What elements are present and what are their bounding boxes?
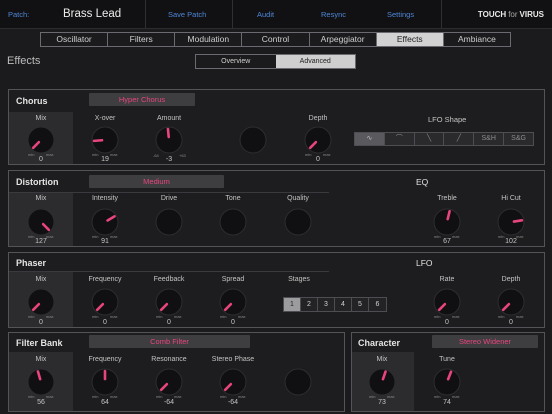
lfo-title: LFO (416, 258, 433, 268)
tab-filters[interactable]: Filters (108, 33, 176, 46)
divider (441, 0, 442, 29)
brand-virus: VIRUS (519, 10, 544, 19)
eq-title: EQ (416, 177, 429, 187)
chorus-depth-value: 0 (316, 156, 320, 163)
brand-touch: TOUCH (477, 10, 507, 19)
eq-hicut-value: 102 (505, 238, 517, 245)
chorus-mix-label: Mix (35, 115, 47, 122)
tab-arpeggiator[interactable]: Arpeggiator (310, 33, 377, 46)
filterbank-resonance-value: -64 (163, 399, 175, 406)
phaser-title: Phaser (16, 258, 47, 268)
phaser-stages-selector: 1 2 3 4 5 6 (283, 297, 387, 312)
chorus-amount-label: Amount (156, 115, 182, 122)
audit-button[interactable]: Audit (257, 0, 274, 29)
filterbank-frequency-label: Frequency (88, 356, 122, 363)
character-mix-value: 73 (378, 399, 386, 406)
section-tabs: Oscillator Filters Modulation Control Ar… (40, 32, 511, 47)
lfo-shape-sine[interactable]: ∿ (355, 133, 385, 145)
lfo-shape-saw-down[interactable]: ╲ (414, 133, 445, 145)
lfo-rate-label: Rate (439, 276, 455, 283)
filterbank-stereophase-label: Stereo Phase (211, 356, 255, 363)
eq-hicut-label: Hi Cut (501, 195, 521, 202)
save-patch-button[interactable]: Save Patch (168, 0, 206, 29)
stage-3-button[interactable]: 3 (318, 298, 335, 311)
phaser-spread-value: 0 (231, 319, 235, 326)
distortion-type-dropdown[interactable]: Medium (89, 175, 224, 188)
chorus-type-dropdown[interactable]: Hyper Chorus (89, 93, 195, 106)
lfo-shape-sample-glide[interactable]: S&G (504, 133, 533, 145)
distortion-quality-label: Quality (287, 195, 309, 202)
divider (145, 0, 146, 29)
character-tune-label: Tune (439, 356, 455, 363)
eq-treble-label: Treble (437, 195, 457, 202)
filterbank-frequency-value: 64 (101, 399, 109, 406)
phaser-spread-label: Spread (221, 276, 245, 283)
overview-button[interactable]: Overview (196, 55, 276, 68)
chorus-mix-value: 0 (39, 156, 43, 163)
distortion-mix-label: Mix (35, 195, 47, 202)
stage-6-button[interactable]: 6 (369, 298, 386, 311)
page-title: Effects (7, 55, 41, 67)
distortion-drive-label: Drive (160, 195, 178, 202)
settings-button[interactable]: Settings (387, 0, 414, 29)
character-tune-value: 74 (443, 399, 451, 406)
phaser-feedback-label: Feedback (153, 276, 185, 283)
chorus-xover-value: 19 (101, 156, 109, 163)
stage-5-button[interactable]: 5 (352, 298, 369, 311)
brand-logo: TOUCH for VIRUS (478, 0, 544, 29)
distortion-tone-label: Tone (225, 195, 241, 202)
filterbank-resonance-label: Resonance (151, 356, 187, 363)
stage-1-button[interactable]: 1 (284, 298, 301, 311)
stage-2-button[interactable]: 2 (301, 298, 318, 311)
phaser-mix-value: 0 (39, 319, 43, 326)
chorus-title: Chorus (16, 96, 48, 106)
patch-label: Patch: (8, 10, 30, 19)
filterbank-title: Filter Bank (16, 338, 63, 348)
distortion-mix-value: 127 (35, 238, 47, 245)
top-bar: Patch: Brass Lead Save Patch Audit Resyn… (0, 0, 552, 29)
phaser-feedback-value: 0 (167, 319, 171, 326)
lfo-depth-label: Depth (501, 276, 521, 283)
tab-oscillator[interactable]: Oscillator (41, 33, 109, 46)
resync-button[interactable]: Resync (321, 0, 346, 29)
phaser-panel (8, 252, 545, 328)
advanced-button[interactable]: Advanced (275, 55, 355, 68)
filterbank-mix-label: Mix (35, 356, 47, 363)
character-mix-label: Mix (376, 356, 388, 363)
chorus-xover-label: X-over (94, 115, 116, 122)
character-type-dropdown[interactable]: Stereo Widener (432, 335, 538, 348)
patch-name[interactable]: Brass Lead (63, 0, 121, 29)
chorus-depth-label: Depth (308, 115, 328, 122)
distortion-title: Distortion (16, 177, 59, 187)
phaser-frequency-label: Frequency (88, 276, 122, 283)
lfo-depth-value: 0 (509, 319, 513, 326)
tab-ambiance[interactable]: Ambiance (444, 33, 510, 46)
brand-for: for (508, 10, 518, 19)
view-segmented-control: Overview Advanced (195, 54, 356, 69)
stage-4-button[interactable]: 4 (335, 298, 352, 311)
divider (232, 0, 233, 29)
lfo-shape-sample-hold[interactable]: S&H (474, 133, 505, 145)
lfo-rate-value: 0 (445, 319, 449, 326)
tab-modulation[interactable]: Modulation (175, 33, 243, 46)
phaser-mix-label: Mix (35, 276, 47, 283)
phaser-frequency-value: 0 (103, 319, 107, 326)
distortion-intensity-label: Intensity (91, 195, 119, 202)
amount-min-label: -64 (153, 153, 159, 158)
filterbank-stereophase-value: -64 (227, 399, 239, 406)
lfo-shape-triangle[interactable]: ⌒ (384, 133, 415, 145)
phaser-stages-label: Stages (288, 276, 310, 283)
tab-effects[interactable]: Effects (376, 33, 444, 46)
filterbank-type-dropdown[interactable]: Comb Filter (89, 335, 250, 348)
character-title: Character (358, 338, 401, 348)
distortion-intensity-value: 91 (101, 238, 109, 245)
lfo-shape-label: LFO Shape (428, 115, 467, 124)
tab-control[interactable]: Control (242, 33, 310, 46)
filterbank-mix-value: 56 (37, 399, 45, 406)
amount-max-label: +63 (179, 153, 186, 158)
lfo-shape-selector: ∿ ⌒ ╲ ╱ S&H S&G (354, 132, 534, 146)
eq-treble-value: 67 (443, 238, 451, 245)
lfo-shape-saw-up[interactable]: ╱ (444, 133, 475, 145)
